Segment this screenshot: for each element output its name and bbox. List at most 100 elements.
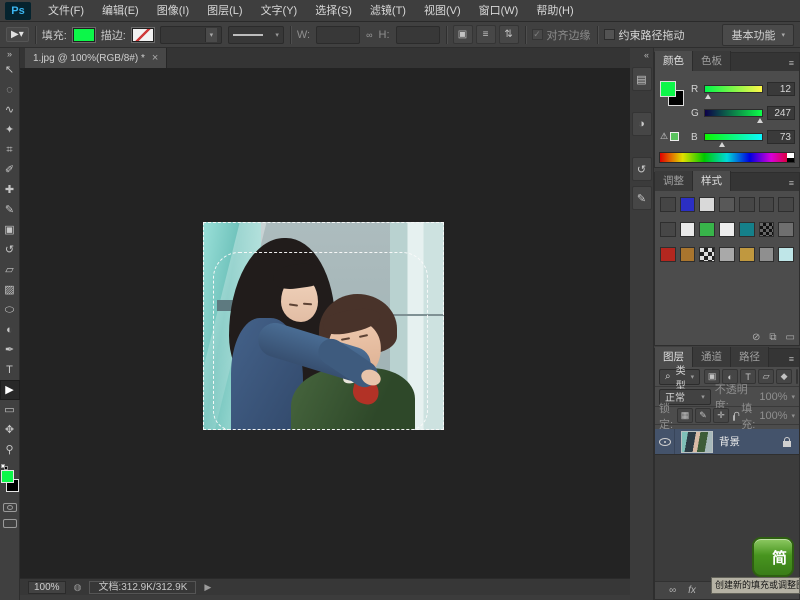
menu-item[interactable]: 视图(V) [415, 0, 470, 22]
white-black-ramp-end[interactable] [787, 153, 794, 162]
layer-row-background[interactable]: 背景 [655, 429, 799, 455]
quick-mask-button[interactable] [3, 503, 17, 512]
tab-layers[interactable]: 图层 [655, 347, 693, 367]
layer-effects-icon[interactable]: fx [688, 585, 696, 596]
style-swatch[interactable] [759, 222, 775, 237]
zoom-tool[interactable]: ⚲ [0, 440, 20, 460]
canvas-image[interactable] [203, 222, 444, 430]
workspace-switcher[interactable]: 基本功能 ▾ [722, 24, 794, 46]
clone-stamp-tool[interactable]: ▣ [0, 220, 20, 240]
menu-item[interactable]: 滤镜(T) [361, 0, 415, 22]
pen-tool[interactable]: ✒ [0, 340, 20, 360]
style-swatch[interactable] [719, 222, 735, 237]
style-swatch[interactable] [719, 197, 735, 212]
slider-marker-icon[interactable] [705, 94, 711, 99]
panel-menu-icon[interactable]: ≡ [784, 175, 799, 191]
channel-value-field[interactable]: 247 [767, 106, 795, 120]
foreground-color-swatch[interactable] [1, 470, 14, 483]
zoom-level-field[interactable]: 100% [28, 581, 66, 594]
style-swatch[interactable] [660, 247, 676, 262]
channel-slider[interactable] [704, 109, 763, 117]
style-swatch[interactable] [778, 247, 794, 262]
dock-brush-icon[interactable]: ✎ [632, 186, 652, 210]
channel-value-field[interactable]: 73 [767, 130, 795, 144]
stroke-color-swatch[interactable] [132, 28, 154, 42]
move-tool[interactable]: ↖ [0, 60, 20, 80]
dock-properties-icon[interactable]: ▤ [632, 67, 652, 91]
fill-value[interactable]: 100% [759, 410, 787, 422]
style-swatch[interactable] [699, 197, 715, 212]
layer-thumbnail[interactable] [681, 431, 713, 453]
menu-item[interactable]: 图层(L) [198, 0, 251, 22]
document-size-info[interactable]: 文档:312.9K/312.9K [89, 581, 196, 594]
dock-collapse-icon[interactable]: « [630, 48, 653, 62]
filter-toggle-switch[interactable] [796, 369, 798, 384]
menu-item[interactable]: 窗口(W) [470, 0, 528, 22]
style-swatch[interactable] [739, 247, 755, 262]
eyedropper-tool[interactable]: ✐ [0, 160, 20, 180]
height-input[interactable] [396, 26, 440, 44]
type-tool[interactable]: T [0, 360, 20, 380]
path-align-icon[interactable]: ≡ [476, 25, 496, 44]
stroke-width-field[interactable]: ▾ [160, 26, 222, 44]
style-swatch[interactable] [699, 247, 715, 262]
crop-tool[interactable]: ⌗ [0, 140, 20, 160]
dock-history-icon[interactable]: ↺ [632, 157, 652, 181]
style-swatch[interactable] [778, 197, 794, 212]
style-swatch[interactable] [719, 247, 735, 262]
tool-preset-icon[interactable]: ▶▾ [6, 27, 29, 42]
style-swatch[interactable] [778, 222, 794, 237]
style-swatch[interactable] [759, 247, 775, 262]
tab-channels[interactable]: 通道 [693, 347, 731, 367]
screen-mode-button[interactable] [3, 519, 17, 528]
channel-slider[interactable] [704, 133, 763, 141]
style-swatch[interactable] [699, 222, 715, 237]
menu-item[interactable]: 编辑(E) [93, 0, 148, 22]
smudge-tool[interactable]: ⬭ [0, 300, 20, 320]
opacity-value[interactable]: 100% [759, 391, 787, 403]
filter-smart-object-icon[interactable]: ◆ [776, 369, 792, 384]
dropdown-arrow-icon[interactable]: ▾ [205, 28, 217, 42]
style-swatch[interactable] [739, 222, 755, 237]
path-operations-icon[interactable]: ▣ [453, 25, 473, 44]
panel-menu-icon[interactable]: ≡ [784, 55, 799, 71]
channel-value-field[interactable]: 12 [767, 82, 795, 96]
delete-style-icon[interactable]: ▭ [786, 332, 795, 343]
tab-adjustments[interactable]: 调整 [655, 171, 693, 191]
menu-item[interactable]: 文件(F) [39, 0, 93, 22]
dodge-tool[interactable]: ◐ [0, 320, 20, 340]
constrain-path-checkbox[interactable]: 约束路径拖动 [604, 27, 685, 43]
tab-paths[interactable]: 路径 [731, 347, 769, 367]
foreground-color-swatch[interactable] [660, 81, 676, 97]
hand-tool[interactable]: ✥ [0, 420, 20, 440]
link-layers-icon[interactable]: ∞ [669, 585, 676, 596]
brush-tool[interactable]: ✎ [0, 200, 20, 220]
style-swatch[interactable] [660, 197, 676, 212]
rectangle-tool[interactable]: ▭ [0, 400, 20, 420]
quick-selection-tool[interactable]: ✦ [0, 120, 20, 140]
style-swatch[interactable] [739, 197, 755, 212]
color-spectrum-ramp[interactable] [659, 152, 795, 163]
style-swatch[interactable] [680, 247, 696, 262]
close-tab-icon[interactable]: × [152, 52, 158, 64]
gamut-warning[interactable]: ⚠ [660, 131, 679, 142]
style-swatch[interactable] [759, 197, 775, 212]
menu-item[interactable]: 图像(I) [148, 0, 198, 22]
menu-item[interactable]: 选择(S) [306, 0, 361, 22]
style-swatch[interactable] [680, 197, 696, 212]
eraser-tool[interactable]: ▱ [0, 260, 20, 280]
eye-icon[interactable] [659, 438, 671, 446]
overlay-green-button[interactable]: 简 [752, 537, 794, 577]
path-arrange-icon[interactable]: ⇅ [499, 25, 519, 44]
width-input[interactable] [316, 26, 360, 44]
canvas-area[interactable] [20, 68, 630, 578]
visibility-cell[interactable] [655, 429, 675, 454]
lock-paint-icon[interactable]: ✎ [695, 408, 711, 423]
stroke-type-dropdown[interactable]: ▾ [228, 26, 284, 44]
healing-brush-tool[interactable]: ✚ [0, 180, 20, 200]
lock-all-icon[interactable] [733, 415, 735, 420]
lock-transparency-icon[interactable]: ▦ [677, 408, 693, 423]
channel-slider[interactable] [704, 85, 763, 93]
style-swatch[interactable] [660, 222, 676, 237]
dock-adjustments-icon[interactable]: ◑ [632, 112, 652, 136]
